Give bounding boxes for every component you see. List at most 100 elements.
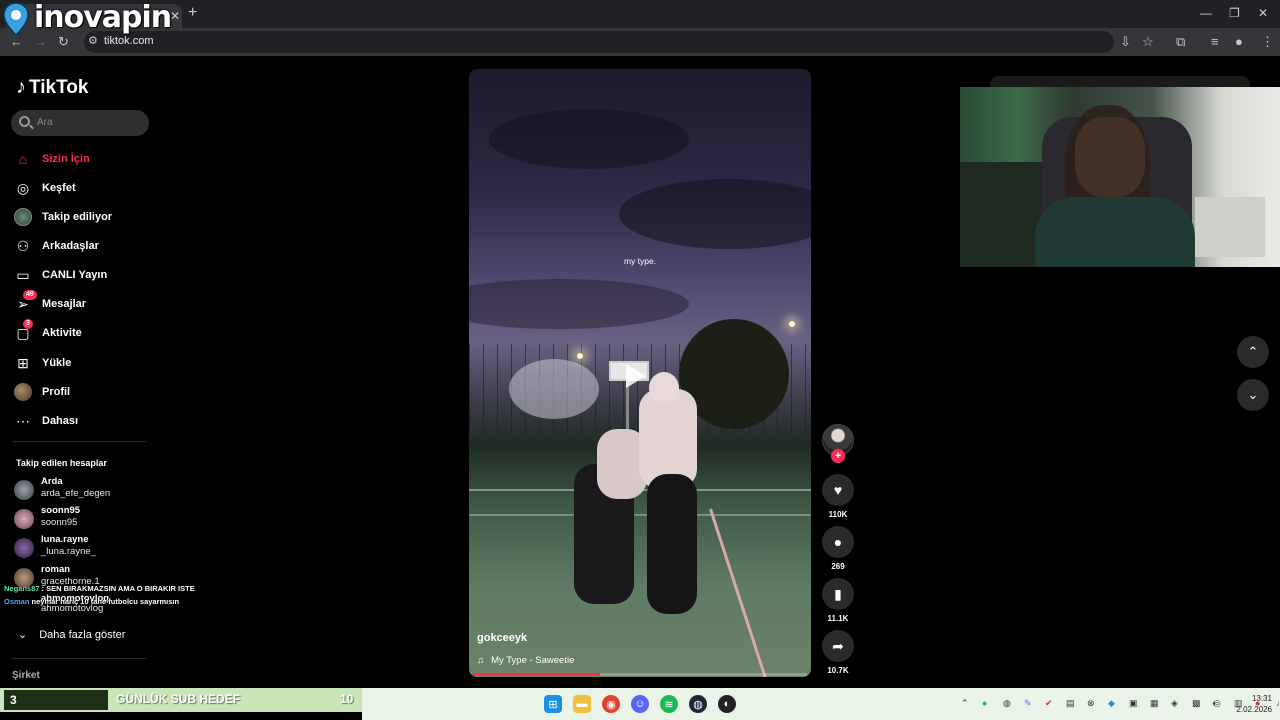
microphone-icon[interactable]: ♩ — [1276, 698, 1280, 708]
volume-icon[interactable]: ◖ — [1211, 698, 1216, 708]
taskbar-clock[interactable]: 13:31 2.02.2026 — [1226, 693, 1272, 715]
nav-item-profile[interactable]: Profil — [14, 381, 154, 403]
discord-icon[interactable]: ☺ — [631, 695, 649, 713]
sidebar-divider — [12, 441, 146, 442]
chat-message: Negans87 : SEN BIRAKMAZSIN AMA O BIRAKIR… — [4, 584, 195, 593]
search-placeholder: Ara — [37, 117, 53, 128]
tray-app-icon[interactable]: ◆ — [1108, 698, 1115, 709]
send-icon: ➢ 49 — [14, 290, 37, 313]
nav-item-activity[interactable]: ▢ 3 Aktivite — [14, 319, 154, 344]
chat-username: Osman — [4, 597, 30, 606]
show-more-button[interactable]: ⌄ Daha fazla göster — [18, 628, 126, 642]
streamer-webcam — [960, 87, 1280, 267]
show-more-label: Daha fazla göster — [39, 628, 126, 641]
close-tab-icon[interactable]: ✕ — [170, 9, 180, 23]
video-caption: my type. — [623, 256, 657, 266]
account-name: Arda — [41, 476, 63, 487]
video-music[interactable]: ♫ My Type - Saweetie — [477, 655, 574, 666]
comment-action[interactable]: ● 269 — [822, 526, 854, 571]
share-arrow-icon[interactable]: ➦ — [822, 630, 854, 662]
tray-expand-icon[interactable]: ⌃ — [961, 698, 969, 709]
nav-item-messages[interactable]: ➢ 49 Mesajlar — [14, 290, 154, 315]
video-progress-bar[interactable] — [473, 673, 807, 676]
save-action[interactable]: ▮ 11.1K — [822, 578, 854, 623]
obs-icon[interactable]: ◐ — [718, 695, 736, 713]
following-account[interactable]: Arda arda_efe_degen — [14, 476, 154, 504]
url-field[interactable]: ⚙ tiktok.com — [84, 31, 1114, 53]
home-icon: ⌂ — [18, 151, 28, 167]
search-icon — [19, 116, 30, 127]
nav-item-for-you[interactable]: ⌂ Sizin İçin — [14, 148, 154, 170]
overlay-brand-text: inovapin — [34, 0, 172, 35]
search-input[interactable]: Ara — [11, 110, 149, 136]
windows-taskbar: ⊞ ▬ ◉ ☺ ≋ ◍ ◐ ⌃ ● ◍ ✎ ✔ ▤ ⊗ ◆ ▣ ▦ ◈ ▩ ◎ … — [362, 688, 1280, 720]
tray-pen-icon[interactable]: ✎ — [1024, 698, 1032, 709]
tray-app-icon[interactable]: ▩ — [1192, 698, 1201, 709]
heart-icon[interactable]: ♥ — [822, 474, 854, 506]
nav-item-upload[interactable]: ⊞ Yükle — [14, 352, 154, 374]
nav-label: CANLI Yayın — [42, 269, 108, 281]
tray-app-icon[interactable]: ✔ — [1045, 698, 1053, 709]
share-action[interactable]: ➦ 10.7K — [822, 630, 854, 675]
restore-icon[interactable]: ❐ — [1229, 6, 1240, 20]
media-control-icon[interactable]: ≡ — [1211, 34, 1219, 49]
steam-icon[interactable]: ◍ — [689, 695, 707, 713]
chat-username: Negans87 — [4, 584, 40, 593]
stream-overlay-logo: inovapin — [0, 0, 172, 40]
like-action[interactable]: ♥ 110K — [822, 474, 854, 519]
sub-goal-current: 3 — [4, 690, 108, 710]
tray-app-icon[interactable]: ◈ — [1171, 698, 1178, 709]
spotify-icon[interactable]: ≋ — [660, 695, 678, 713]
webcam-scene — [1035, 197, 1195, 267]
nav-label: Takip ediliyor — [42, 211, 113, 223]
share-count: 10.7K — [827, 666, 849, 675]
nav-item-following[interactable]: Takip ediliyor — [14, 206, 154, 228]
music-title: My Type - Saweetie — [491, 655, 575, 666]
friends-icon: ⚇ — [16, 237, 30, 254]
tray-app-icon[interactable]: ▦ — [1150, 698, 1159, 709]
comment-icon[interactable]: ● — [822, 526, 854, 558]
video-creator-name[interactable]: gokceeyk — [477, 632, 527, 644]
menu-dots-icon[interactable]: ⋮ — [1261, 34, 1274, 50]
minimize-icon[interactable]: — — [1200, 6, 1212, 20]
tiktok-note-icon: ♪ — [16, 76, 26, 98]
profile-icon[interactable]: ● — [1235, 34, 1243, 49]
chrome-icon[interactable]: ◉ — [602, 695, 620, 713]
tray-app-icon[interactable]: ⊗ — [1087, 698, 1095, 709]
follow-plus-icon[interactable]: + — [831, 449, 845, 463]
play-icon[interactable] — [626, 364, 646, 388]
nav-label: Mesajlar — [42, 298, 87, 310]
nav-item-explore[interactable]: ◎ Keşfet — [14, 177, 154, 199]
extensions-icon[interactable]: ⧉ — [1176, 34, 1185, 50]
comment-count: 269 — [831, 562, 845, 571]
bookmark-icon[interactable]: ▮ — [822, 578, 854, 610]
tray-spotify-icon[interactable]: ● — [982, 698, 987, 708]
nav-item-friends[interactable]: ⚇ Arkadaşlar — [14, 235, 154, 257]
following-avatar-icon — [14, 208, 32, 226]
nav-item-more[interactable]: ⋯ Dahası — [14, 410, 154, 432]
stream-chat-overlay: Negans87 : SEN BIRAKMAZSIN AMA O BIRAKIR… — [4, 584, 195, 606]
nav-item-live[interactable]: ▭ CANLI Yayın — [14, 264, 154, 286]
following-account[interactable]: soonn95 soonn95 — [14, 505, 154, 533]
tray-app-icon[interactable]: ▣ — [1129, 698, 1138, 709]
close-window-icon[interactable]: ✕ — [1258, 6, 1268, 20]
account-username: soonn95 — [41, 517, 78, 528]
bookmark-star-icon[interactable]: ☆ — [1142, 34, 1154, 50]
video-player[interactable]: my type. gokceeyk ♫ My Type - Saweetie — [469, 69, 811, 677]
tiktok-logo[interactable]: ♪ TikTok — [16, 76, 88, 99]
video-scene — [469, 514, 811, 516]
new-tab-icon[interactable]: + — [188, 4, 197, 22]
following-account[interactable]: luna.rayne _luna.rayne_ — [14, 534, 154, 562]
install-app-icon[interactable]: ⇩ — [1120, 34, 1131, 50]
browser-addressbar: ← → ↻ ⚙ tiktok.com ⇩ ☆ ⧉ ≡ ● ⋮ — [0, 28, 1280, 56]
tray-app-icon[interactable]: ▤ — [1066, 698, 1075, 709]
windows-start-icon[interactable]: ⊞ — [544, 695, 562, 713]
previous-video-button[interactable]: ⌃ — [1237, 336, 1269, 368]
company-link[interactable]: Şirket — [12, 670, 40, 681]
account-username: _luna.rayne_ — [41, 546, 96, 557]
account-name: luna.rayne — [41, 534, 89, 545]
avatar — [14, 480, 34, 500]
file-explorer-icon[interactable]: ▬ — [573, 695, 591, 713]
tray-steam-icon[interactable]: ◍ — [1003, 698, 1011, 709]
next-video-button[interactable]: ⌄ — [1237, 379, 1269, 411]
